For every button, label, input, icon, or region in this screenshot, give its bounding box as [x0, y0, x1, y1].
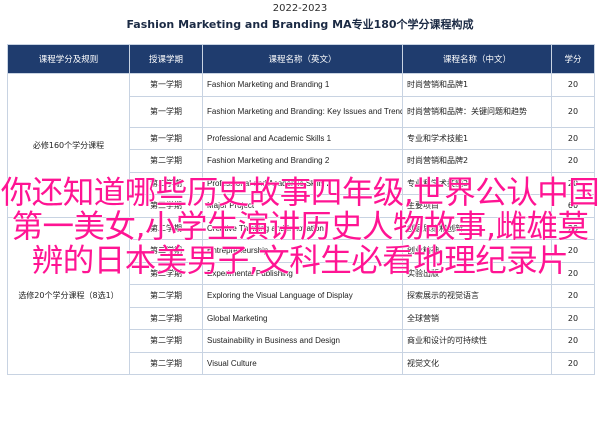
course-name-zh: 探索展示的视觉语言	[402, 284, 552, 308]
course-name-en: Sustainability in Business and Design	[202, 329, 403, 353]
course-name-en: Fashion Marketing and Branding: Key Issu…	[202, 95, 403, 128]
course-name-zh: 时尚营销和品牌2	[402, 149, 552, 173]
course-name-en: Fashion Marketing and Branding 2	[202, 149, 403, 173]
term-cell: 第二学期	[129, 351, 203, 375]
course-name-zh: 商业和设计的可持续性	[402, 329, 552, 353]
year-label: 2022-2023	[272, 3, 328, 14]
term-cell: 第二学期	[129, 329, 203, 353]
column-header: 课程名称（英文）	[202, 44, 403, 74]
credit-cell: 20	[551, 306, 595, 330]
term-cell: 第一学期	[129, 126, 203, 150]
credit-cell: 20	[551, 351, 595, 375]
credit-cell: 20	[551, 329, 595, 353]
column-header: 课程名称（中文）	[402, 44, 552, 74]
term-cell: 第二学期	[129, 284, 203, 308]
credit-cell: 20	[551, 126, 595, 150]
column-header: 课程学分及规则	[7, 44, 130, 74]
course-name-zh: 时尚营销和品牌：关键问题和趋势	[402, 95, 552, 128]
credit-cell: 20	[551, 73, 595, 97]
course-name-zh: 专业和学术技能1	[402, 126, 552, 150]
overlay-line: 辨的日本美男子,文科生必看地理纪录片	[31, 243, 569, 279]
course-name-zh: 时尚营销和品牌1	[402, 73, 552, 97]
page-title: Fashion Marketing and Branding MA专业180个学…	[126, 18, 474, 31]
course-name-en: Exploring the Visual Language of Display	[202, 284, 403, 308]
table-row: 必修160个学分课程 第一学期 Fashion Marketing and Br…	[7, 73, 595, 218]
course-name-zh: 视觉文化	[402, 351, 552, 375]
course-name-en: Global Marketing	[202, 306, 403, 330]
overlay-line: 第一美女,小学生演讲历史人物故事,雌雄莫	[11, 209, 590, 245]
column-header: 学分	[551, 44, 595, 74]
table-header-row: 课程学分及规则 授课学期 课程名称（英文） 课程名称（中文） 学分	[7, 44, 595, 74]
credit-cell: 20	[551, 95, 595, 128]
course-name-en: Fashion Marketing and Branding 1	[202, 73, 403, 97]
term-cell: 第一学期	[129, 95, 203, 128]
course-name-en: Professional and Academic Skills 1	[202, 126, 403, 150]
credit-cell: 20	[551, 149, 595, 173]
overlay-line: 你还知道哪些历史故事四年级,世界公认中国	[0, 175, 600, 211]
course-name-en: Visual Culture	[202, 351, 403, 375]
overlay-caption: 你还知道哪些历史故事四年级,世界公认中国 第一美女,小学生演讲历史人物故事,雌雄…	[0, 175, 600, 279]
column-header: 授课学期	[129, 44, 203, 74]
term-cell: 第一学期	[129, 73, 203, 97]
term-cell: 第二学期	[129, 306, 203, 330]
course-name-zh: 全球营销	[402, 306, 552, 330]
credit-cell: 20	[551, 284, 595, 308]
term-cell: 第二学期	[129, 149, 203, 173]
